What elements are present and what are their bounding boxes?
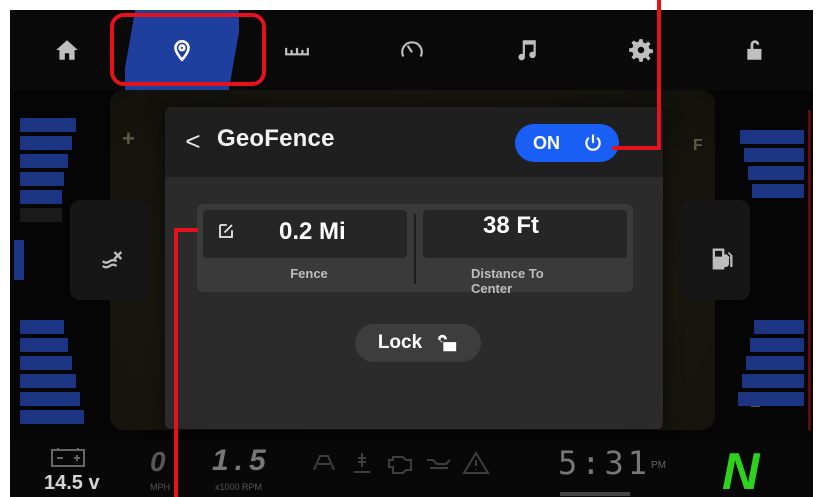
gauge-segment (20, 392, 80, 406)
dashboard-screen: + F E (10, 10, 813, 497)
oil-icon (427, 459, 451, 469)
callout-line-toggle (657, 0, 661, 150)
gauge-segment (748, 166, 804, 180)
dialog-header: < GeoFence ON (165, 107, 663, 177)
geofence-dialog: < GeoFence ON 0.2 Mi 38 Ft Fence Distanc… (165, 107, 663, 429)
music-note-icon (518, 40, 536, 61)
tab-settings[interactable] (584, 10, 699, 90)
tab-gauges[interactable] (354, 10, 469, 90)
fence-edit-field[interactable]: 0.2 Mi (203, 210, 407, 258)
gauge-segment (20, 374, 76, 388)
gauge-segment (742, 374, 804, 388)
voltage-readout: 14.5 v (44, 472, 100, 494)
chevron-left-icon: < (185, 125, 201, 156)
clock-underline (560, 492, 630, 496)
geofence-info-row: 0.2 Mi 38 Ft Fence Distance To Center (197, 204, 633, 296)
distance-value: 38 Ft (482, 212, 540, 239)
nav-highlight-callout (110, 13, 266, 86)
callout-line-fence-h (174, 228, 198, 232)
lock-label: Lock (377, 332, 423, 353)
tab-audio[interactable] (469, 10, 584, 90)
gear-indicator: N (722, 443, 760, 497)
gauge-segment (20, 356, 72, 370)
status-bar: 14.5 v 0 MPH 1.5 x1000 RPM 5:31 PM N (10, 440, 813, 497)
engine-icon (388, 456, 412, 474)
traction-icon (313, 455, 335, 471)
callout-line-fence (174, 228, 178, 497)
unlock-icon (747, 40, 762, 60)
gauge-segment (20, 136, 72, 150)
toggle-label: ON (533, 132, 560, 153)
clock: 5:31 (558, 444, 652, 482)
dialog-title: GeoFence (217, 125, 335, 152)
unlock-icon (438, 334, 457, 352)
speed-readout: 0 (150, 446, 166, 477)
gauge-segment (754, 320, 804, 334)
power-icon (585, 134, 601, 151)
fuel-full-mark: F (693, 137, 703, 154)
lock-button[interactable]: Lock (355, 324, 481, 362)
gauge-limit-line (808, 110, 811, 430)
speed-unit: MPH (150, 482, 170, 492)
geofence-toggle[interactable]: ON (515, 124, 619, 162)
gauge-segment (752, 184, 804, 198)
rpm-unit: x1000 RPM (215, 482, 263, 492)
top-nav-bar (10, 10, 813, 90)
speedometer-icon (400, 41, 423, 57)
gauge-segment (20, 154, 68, 168)
warning-triangle-icon (462, 451, 490, 474)
gauge-segment (20, 410, 84, 424)
gauge-segment (20, 190, 62, 204)
zoom-in-button[interactable]: + (122, 126, 135, 152)
info-divider (414, 214, 416, 284)
gauge-segment (20, 320, 64, 334)
gauge-segment (20, 338, 68, 352)
gear-icon (629, 39, 653, 62)
gauge-segment (738, 392, 804, 406)
temperature-icon (354, 453, 370, 473)
home-icon (56, 40, 79, 60)
tab-security[interactable] (698, 10, 813, 90)
battery-icon (51, 448, 85, 467)
gauge-segment (744, 148, 804, 162)
gauge-segment (14, 240, 24, 280)
distance-caption: Distance To Center (471, 266, 544, 296)
fence-value: 0.2 Mi (279, 218, 346, 245)
gauge-segment (20, 208, 62, 222)
gauge-segment (20, 118, 76, 132)
ruler-icon (284, 47, 309, 56)
gauge-segment (746, 356, 804, 370)
fence-caption: Fence (290, 266, 328, 281)
gauge-segment (740, 130, 804, 144)
rpm-readout: 1.5 (212, 444, 272, 477)
tab-home[interactable] (10, 10, 125, 90)
fuel-pump-icon (698, 235, 746, 283)
gauge-segment (20, 172, 64, 186)
clock-ampm: PM (651, 460, 666, 471)
back-button[interactable]: < (175, 123, 211, 159)
edit-icon (219, 224, 233, 238)
callout-line-toggle-h (612, 146, 661, 150)
gauge-segment (750, 338, 804, 352)
coolant-icon (88, 235, 136, 283)
warning-lights (310, 450, 490, 476)
